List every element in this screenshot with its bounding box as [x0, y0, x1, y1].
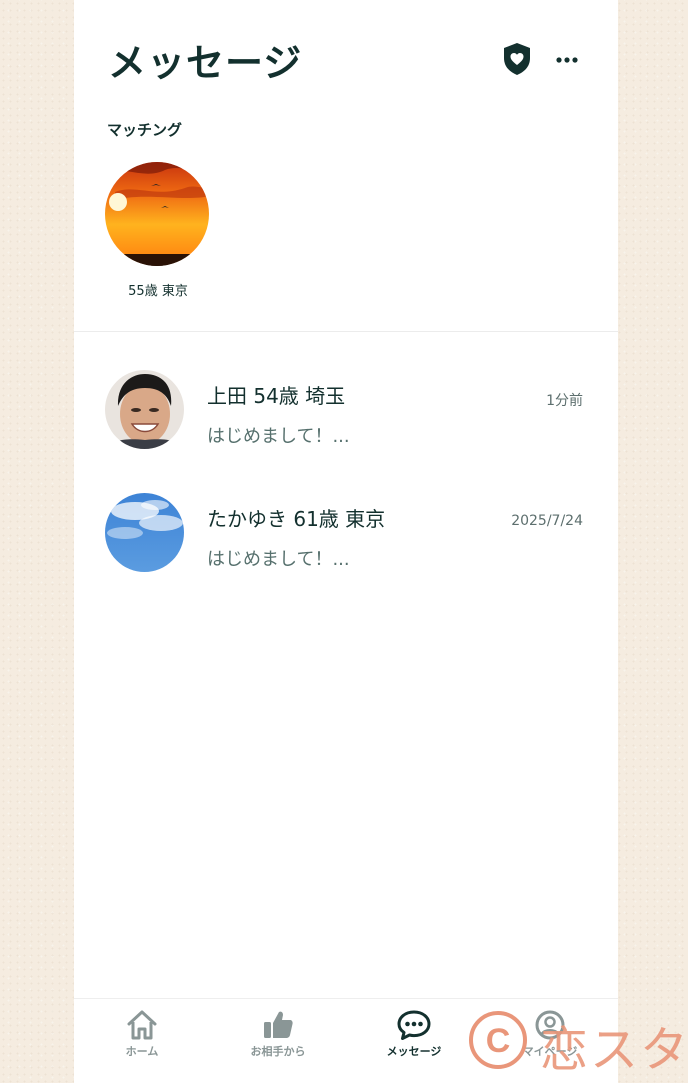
chat-bubble-icon [397, 1010, 431, 1040]
avatar [105, 162, 209, 266]
man-photo [105, 370, 184, 449]
matching-item[interactable]: 55歳 東京 [105, 162, 211, 299]
profile-icon [535, 1010, 565, 1040]
matching-caption: 55歳 東京 [128, 284, 188, 299]
message-time: 2025/7/24 [511, 513, 583, 529]
sunset-photo [105, 162, 209, 266]
tab-from-partner[interactable]: お相手から [210, 1009, 346, 1059]
divider [74, 331, 618, 332]
message-time: 1分前 [546, 393, 583, 409]
more-icon [556, 57, 578, 63]
matching-section-label: マッチング [107, 121, 183, 139]
more-options-button[interactable] [552, 48, 582, 72]
message-name: 上田 54歳 埼玉 [207, 384, 346, 408]
tab-label: マイページ [522, 1045, 578, 1058]
tab-label: ホーム [125, 1045, 159, 1058]
tab-label: お相手から [250, 1045, 306, 1058]
message-name: たかゆき 61歳 東京 [207, 507, 386, 531]
message-row[interactable]: 上田 54歳 埼玉 1分前 はじめまして！... [74, 370, 618, 460]
tab-label: メッセージ [386, 1045, 442, 1058]
bottom-tab-bar: ホーム お相手から メッセージ マイページ [74, 998, 618, 1083]
safety-button[interactable] [502, 42, 532, 76]
tab-my-page[interactable]: マイページ [482, 1009, 618, 1059]
message-row[interactable]: たかゆき 61歳 東京 2025/7/24 はじめまして！... [74, 493, 618, 583]
sky-photo [105, 493, 184, 572]
avatar [105, 493, 184, 572]
message-preview: はじめまして！... [207, 549, 350, 570]
tab-messages[interactable]: メッセージ [346, 1009, 482, 1059]
avatar [105, 370, 184, 449]
page-title: メッセージ [108, 41, 303, 85]
thumbs-up-icon [264, 1011, 293, 1038]
tab-home[interactable]: ホーム [74, 1009, 210, 1059]
home-icon [127, 1010, 157, 1040]
app-screen: メッセージ マッチング 55歳 東京 上田 54歳 埼玉 1分前 はじめまして！… [74, 0, 618, 1083]
header: メッセージ [74, 0, 618, 110]
message-preview: はじめまして！... [207, 426, 350, 447]
shield-heart-icon [504, 43, 530, 75]
